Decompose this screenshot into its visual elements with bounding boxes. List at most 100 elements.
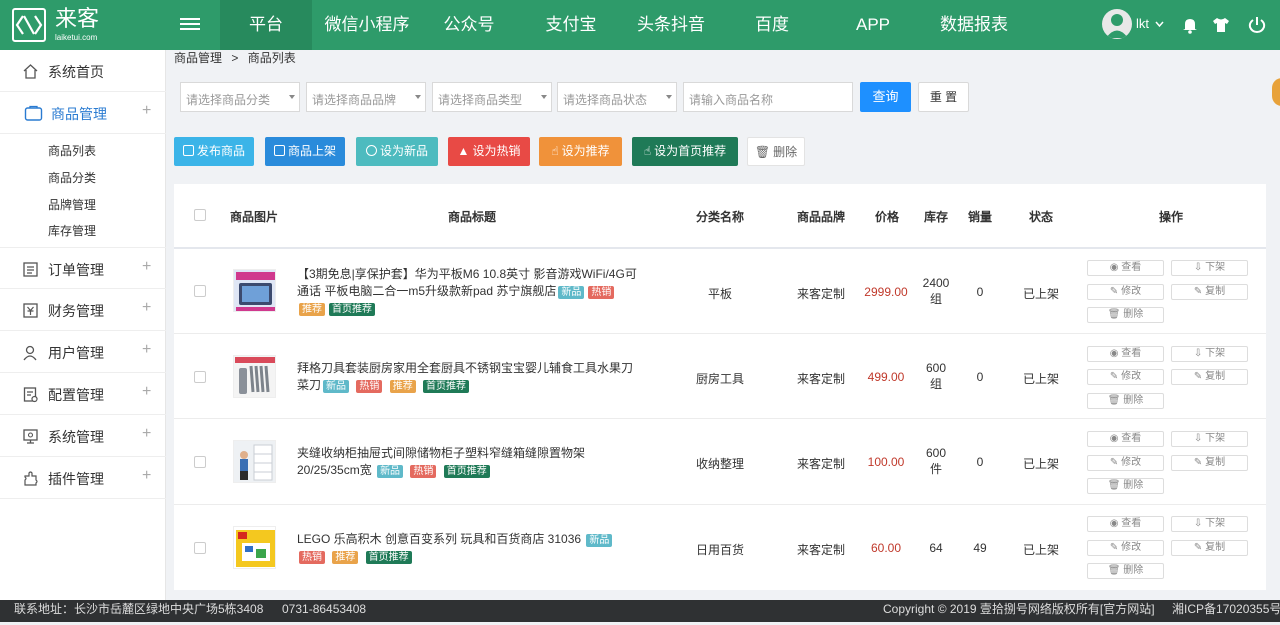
product-title[interactable]: LEGO 乐高积木 创意百变系列 玩具和百货商店 31036 新品 热销 推荐 … (297, 531, 642, 565)
sidebar-item-products[interactable]: 商品管理 + (0, 92, 166, 134)
view-button[interactable]: ◉ 查看 (1087, 346, 1164, 362)
edit-button[interactable]: ✎ 修改 (1087, 284, 1164, 300)
nav-tab-baidu[interactable]: 百度 (744, 0, 800, 50)
expand-plus-icon[interactable]: + (142, 467, 151, 485)
nav-tab-wechat-miniprogram[interactable]: 微信小程序 (315, 0, 419, 50)
floating-edge-button[interactable] (1272, 78, 1280, 106)
shirt-icon[interactable] (1211, 15, 1231, 35)
product-title[interactable]: 【3期免息|享保护套】华为平板M6 10.8英寸 影音游戏WiFi/4G可通话 … (297, 266, 642, 317)
copy-button[interactable]: ✎ 复制 (1171, 540, 1248, 556)
product-title[interactable]: 拜格刀具套装厨房家用全套厨具不锈钢宝宝婴儿辅食工具水果刀菜刀 新品 热销 推荐 首… (297, 360, 642, 394)
set-new-button[interactable]: 设为新品 (356, 137, 438, 166)
put-on-shelf-button[interactable]: 商品上架 (265, 137, 345, 166)
nav-tab-official-account[interactable]: 公众号 (430, 0, 508, 50)
publish-product-button[interactable]: 发布商品 (174, 137, 254, 166)
copy-button[interactable]: ✎ 复制 (1171, 369, 1248, 385)
sidebar-sub-product-list[interactable]: 商品列表 (48, 142, 96, 159)
expand-plus-icon[interactable]: + (142, 383, 151, 401)
plus-square-icon (182, 145, 194, 156)
nav-tab-app[interactable]: APP (845, 0, 901, 50)
footer-copyright[interactable]: Copyright © 2019 壹拾捌号网络版权所有[官方网站] (883, 593, 1155, 625)
view-button[interactable]: ◉ 查看 (1087, 431, 1164, 447)
expand-plus-icon[interactable]: + (142, 341, 151, 359)
edit-button[interactable]: ✎ 修改 (1087, 369, 1164, 385)
take-off-shelf-button[interactable]: ⇩ 下架 (1171, 260, 1248, 276)
row-checkbox[interactable] (194, 456, 206, 468)
nav-tab-alipay[interactable]: 支付宝 (531, 0, 611, 50)
copy-button[interactable]: ✎ 复制 (1171, 455, 1248, 471)
trash-icon: 🗑 (1107, 565, 1124, 576)
row-checkbox[interactable] (194, 371, 206, 383)
view-label: 查看 (1121, 348, 1142, 359)
product-image-tablet[interactable] (233, 269, 276, 312)
edit-button[interactable]: ✎ 修改 (1087, 455, 1164, 471)
copy-button[interactable]: ✎ 复制 (1171, 284, 1248, 300)
status-select[interactable]: 请选择商品状态 (557, 82, 677, 112)
bell-icon[interactable] (1180, 15, 1200, 35)
edit-button[interactable]: ✎ 修改 (1087, 540, 1164, 556)
expand-plus-icon[interactable]: + (142, 258, 151, 276)
header-image: 商品图片 (230, 210, 279, 224)
nav-tab-data-report[interactable]: 数据报表 (930, 0, 1018, 50)
expand-plus-icon[interactable]: + (142, 425, 151, 443)
reset-button[interactable]: 重 置 (918, 82, 969, 112)
view-button[interactable]: ◉ 查看 (1087, 516, 1164, 532)
tag-new: 新品 (558, 286, 585, 299)
sidebar-item-system[interactable]: 系统管理 + (0, 415, 166, 457)
view-button[interactable]: ◉ 查看 (1087, 260, 1164, 276)
view-label: 查看 (1121, 433, 1142, 444)
take-off-shelf-button[interactable]: ⇩ 下架 (1171, 516, 1248, 532)
sidebar-item-finance[interactable]: 财务管理 + (0, 289, 166, 331)
row-delete-button[interactable]: 🗑 删除 (1087, 307, 1164, 323)
sidebar-item-orders[interactable]: 订单管理 + (0, 247, 166, 289)
set-home-recommend-button[interactable]: ☝ 设为首页推荐 (632, 137, 738, 166)
sidebar-item-users[interactable]: 用户管理 + (0, 331, 166, 373)
take-off-shelf-button[interactable]: ⇩ 下架 (1171, 431, 1248, 447)
sidebar-sub-product-category[interactable]: 商品分类 (48, 169, 96, 186)
product-image-lego[interactable] (233, 526, 276, 569)
set-recommend-button[interactable]: ☝ 设为推荐 (539, 137, 622, 166)
row-delete-button[interactable]: 🗑 删除 (1087, 478, 1164, 494)
category-select[interactable]: 请选择商品分类 (180, 82, 300, 112)
product-name-input[interactable]: 请输入商品名称 (683, 82, 853, 112)
delete-button[interactable]: 🗑 删除 (747, 137, 805, 166)
product-image-storage-cabinet[interactable] (233, 440, 276, 483)
brand-logo[interactable]: 来客 laiketui.com (12, 8, 122, 44)
footer-icp[interactable]: 湘ICP备17020355号 (1172, 593, 1280, 625)
take-off-shelf-label: 下架 (1205, 518, 1226, 529)
tag-new: 新品 (323, 380, 350, 393)
nav-tab-toutiao-douyin[interactable]: 头条抖音 (627, 0, 715, 50)
type-select[interactable]: 请选择商品类型 (432, 82, 552, 112)
row-checkbox[interactable] (194, 285, 206, 297)
breadcrumb-parent[interactable]: 商品管理 (174, 51, 222, 65)
row-delete-button[interactable]: 🗑 删除 (1087, 563, 1164, 579)
product-title[interactable]: 夹缝收纳柜抽屉式间隙储物柜子塑料窄缝箱缝隙置物架20/25/35cm宽 新品 热… (297, 445, 642, 479)
sidebar-item-home[interactable]: 系统首页 (0, 50, 166, 92)
type-select-placeholder: 请选择商品类型 (438, 93, 523, 107)
footer-phone: 0731-86453408 (282, 602, 367, 616)
take-off-shelf-button[interactable]: ⇩ 下架 (1171, 346, 1248, 362)
menu-toggle-icon[interactable] (180, 15, 200, 33)
sidebar-item-plugins[interactable]: 插件管理 + (0, 457, 166, 499)
row-delete-button[interactable]: 🗑 删除 (1087, 393, 1164, 409)
nav-tab-platform[interactable]: 平台 (220, 0, 312, 50)
eye-icon: ◉ (1109, 518, 1122, 529)
expand-plus-icon[interactable]: + (142, 102, 151, 120)
stock-cell: 2400 组 (918, 276, 954, 307)
sidebar-item-config[interactable]: 配置管理 + (0, 373, 166, 415)
set-hot-label: 设为热销 (472, 144, 521, 158)
sidebar-sub-brand[interactable]: 品牌管理 (48, 196, 96, 213)
power-icon[interactable] (1247, 15, 1267, 35)
brand-select[interactable]: 请选择商品品牌 (306, 82, 426, 112)
product-image-knives[interactable] (233, 355, 276, 398)
header-stock: 库存 (924, 210, 949, 224)
price-cell: 60.00 (870, 541, 902, 555)
query-button[interactable]: 查询 (860, 82, 911, 112)
select-all-checkbox[interactable] (194, 209, 206, 221)
row-checkbox[interactable] (194, 542, 206, 554)
expand-plus-icon[interactable]: + (142, 299, 151, 317)
brand-cell: 来客定制 (796, 372, 845, 386)
sidebar-sub-inventory[interactable]: 库存管理 (48, 222, 96, 239)
set-hot-button[interactable]: ▲ 设为热销 (448, 137, 530, 166)
system-icon (23, 429, 38, 444)
